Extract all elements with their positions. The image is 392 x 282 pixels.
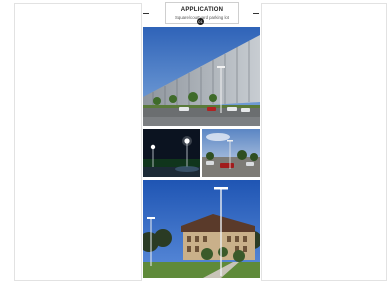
header-rule-right <box>253 13 259 14</box>
right-blank-page <box>262 4 386 280</box>
application-page: APPLICATION Square/courtyard parking lot… <box>142 0 260 282</box>
dusk-parking-photo <box>202 129 260 177</box>
night-lot-photo <box>143 129 200 177</box>
page-title: APPLICATION <box>180 7 224 13</box>
left-blank-page <box>15 4 141 280</box>
header-rule-left <box>143 13 149 14</box>
courtyard-building-photo <box>143 180 260 278</box>
parking-garage-photo <box>143 27 260 126</box>
page-number-badge: 01 <box>197 18 204 25</box>
